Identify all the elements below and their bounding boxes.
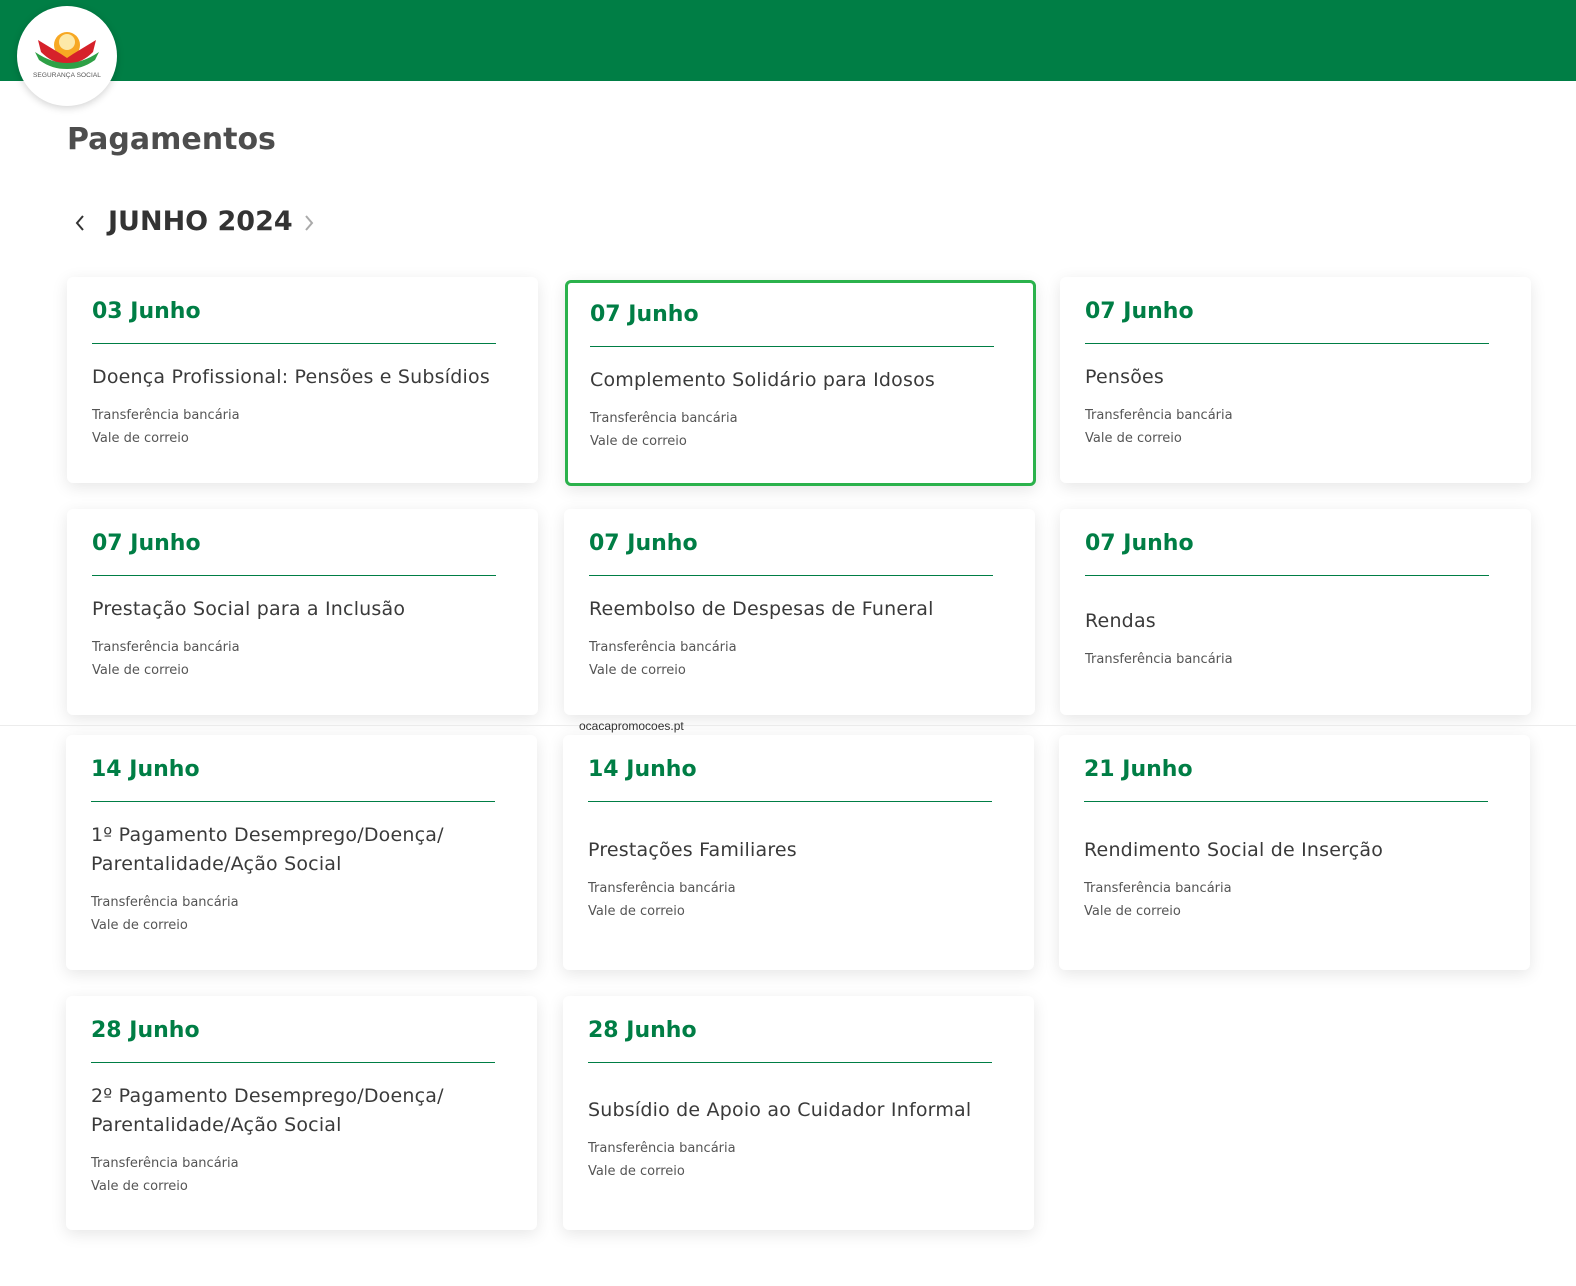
- payment-card[interactable]: 07 Junho Prestação Social para a Inclusã…: [67, 509, 538, 715]
- previous-month-button[interactable]: [67, 210, 93, 236]
- watermark: ocacapromocoes.pt: [579, 719, 684, 733]
- payment-method: Vale de correio: [588, 903, 685, 919]
- payment-date: 28 Junho: [91, 1018, 200, 1043]
- payment-card[interactable]: 14 Junho 1º Pagamento Desemprego/Doença/…: [66, 735, 537, 970]
- payment-method: Vale de correio: [1085, 431, 1182, 446]
- payment-title: Doença Profissional: Pensões e Subsídios: [92, 366, 490, 388]
- payment-date: 07 Junho: [92, 531, 201, 556]
- payment-title: Rendas: [1085, 609, 1156, 632]
- payment-title: Prestação Social para a Inclusão: [92, 598, 406, 620]
- payment-method: Transferência bancária: [589, 640, 737, 655]
- payment-method: Transferência bancária: [1084, 880, 1232, 896]
- payment-method: Vale de correio: [92, 431, 189, 446]
- payment-card[interactable]: 28 Junho 2º Pagamento Desemprego/Doença/…: [66, 996, 537, 1230]
- payment-method: Transferência bancária: [92, 640, 240, 655]
- payment-title: Subsídio de Apoio ao Cuidador Informal: [588, 1099, 972, 1121]
- top-bar: [0, 0, 1576, 81]
- payment-method: Transferência bancária: [590, 411, 738, 426]
- logo-text: SEGURANÇA SOCIAL: [32, 72, 102, 79]
- payment-date: 03 Junho: [92, 299, 201, 324]
- payment-date: 14 Junho: [588, 757, 697, 782]
- month-label: JUNHO 2024: [108, 206, 293, 237]
- payment-date: 14 Junho: [91, 757, 200, 782]
- payment-method: Transferência bancária: [91, 1155, 239, 1171]
- payment-method: Transferência bancária: [92, 408, 240, 423]
- payment-method: Vale de correio: [92, 663, 189, 678]
- payment-card[interactable]: 07 Junho Rendas Transferência bancária: [1060, 509, 1531, 715]
- payment-card[interactable]: 14 Junho Prestações Familiares Transferê…: [563, 735, 1034, 970]
- payment-date: 07 Junho: [1085, 531, 1194, 556]
- payment-title: Pensões: [1085, 366, 1165, 388]
- payment-date: 07 Junho: [589, 531, 698, 556]
- payment-card[interactable]: 07 Junho Reembolso de Despesas de Funera…: [564, 509, 1035, 715]
- logo[interactable]: SEGURANÇA SOCIAL: [17, 6, 117, 106]
- payment-card[interactable]: 21 Junho Rendimento Social de Inserção T…: [1059, 735, 1530, 970]
- payment-title: 2º Pagamento Desemprego/Doença/ Parental…: [91, 1084, 444, 1136]
- payment-method: Vale de correio: [589, 663, 686, 678]
- payment-method: Vale de correio: [91, 1178, 188, 1194]
- payment-date: 28 Junho: [588, 1018, 697, 1043]
- payment-card[interactable]: 03 Junho Doença Profissional: Pensões e …: [67, 277, 538, 483]
- payment-method: Vale de correio: [590, 434, 687, 449]
- payment-method: Transferência bancária: [588, 880, 736, 896]
- next-month-button[interactable]: [296, 210, 322, 236]
- payment-card[interactable]: 07 Junho Pensões Transferência bancária …: [1060, 277, 1531, 483]
- page-title: Pagamentos: [67, 122, 276, 157]
- payment-date: 07 Junho: [590, 302, 699, 327]
- chevron-left-icon: [75, 215, 84, 231]
- payment-method: Transferência bancária: [91, 895, 239, 910]
- payment-title: Rendimento Social de Inserção: [1084, 838, 1384, 861]
- payment-title: Prestações Familiares: [588, 838, 797, 861]
- divider: [0, 725, 1576, 726]
- payment-method: Transferência bancária: [588, 1141, 736, 1156]
- payment-card[interactable]: 28 Junho Subsídio de Apoio ao Cuidador I…: [563, 996, 1034, 1230]
- payment-method: Transferência bancária: [1085, 651, 1233, 667]
- chevron-right-icon: [305, 215, 314, 231]
- payment-method: Transferência bancária: [1085, 408, 1233, 423]
- seguranca-social-logo-icon: [35, 32, 99, 69]
- payment-title: Reembolso de Despesas de Funeral: [589, 598, 934, 620]
- payment-method: Vale de correio: [1084, 903, 1181, 919]
- payment-title: 1º Pagamento Desemprego/Doença/ Parental…: [91, 824, 444, 875]
- payment-method: Vale de correio: [91, 918, 188, 933]
- payment-date: 07 Junho: [1085, 299, 1194, 324]
- payment-title: Complemento Solidário para Idosos: [590, 369, 935, 391]
- payment-date: 21 Junho: [1084, 757, 1193, 782]
- payment-method: Vale de correio: [588, 1164, 685, 1179]
- payment-card-selected[interactable]: 07 Junho Complemento Solidário para Idos…: [565, 280, 1036, 486]
